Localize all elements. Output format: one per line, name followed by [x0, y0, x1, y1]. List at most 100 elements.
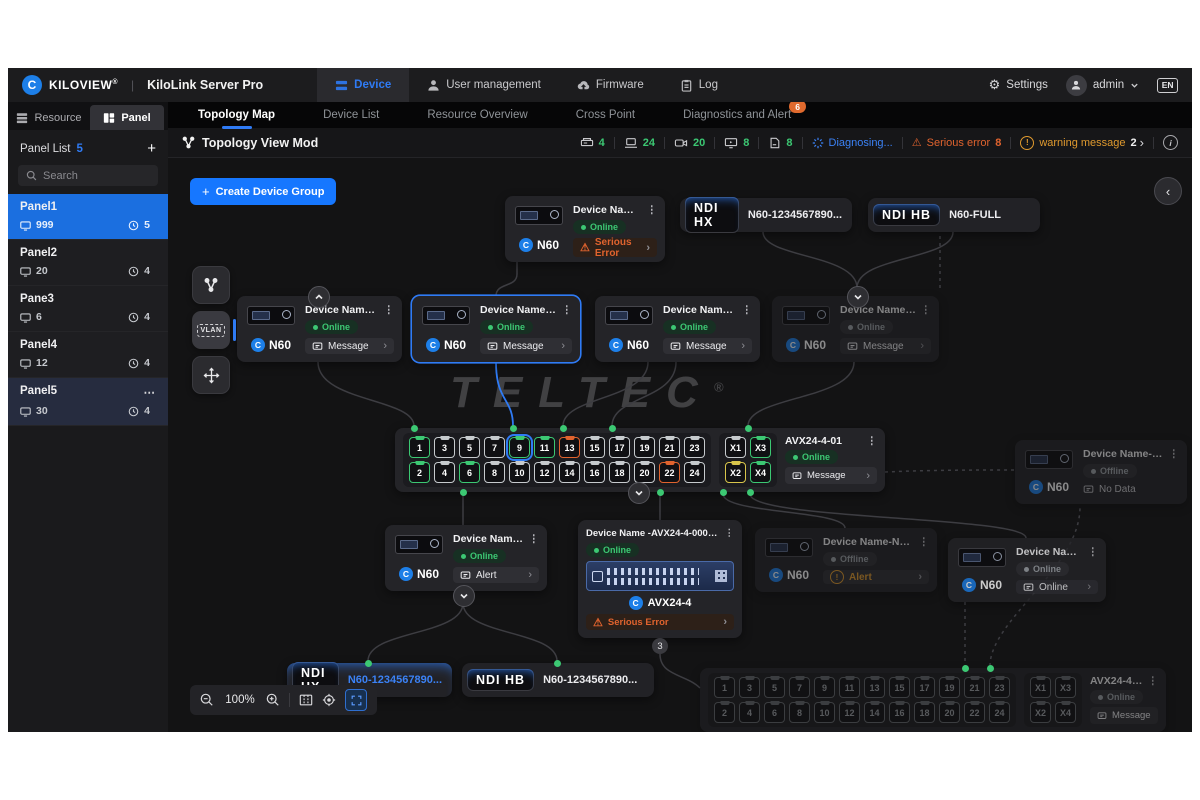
tab-resource[interactable]: Resource	[12, 105, 86, 130]
port-24[interactable]: 24	[684, 462, 705, 483]
port-16[interactable]: 16	[584, 462, 605, 483]
port-3[interactable]: 3	[739, 677, 760, 698]
port-X4[interactable]: X4	[1055, 702, 1076, 723]
warning-message-status[interactable]: ! warning message 2 ›	[1020, 136, 1144, 150]
port-6[interactable]: 6	[764, 702, 785, 723]
port-11[interactable]: 11	[839, 677, 860, 698]
port-16[interactable]: 16	[889, 702, 910, 723]
port-1[interactable]: 1	[714, 677, 735, 698]
card-menu-button[interactable]: ⋮	[863, 435, 878, 447]
tab-diagnostics-alert[interactable]: Diagnostics and Alert 6	[681, 105, 793, 125]
port-24[interactable]: 24	[989, 702, 1010, 723]
panel-list-item-panel2[interactable]: Panel2204	[8, 240, 168, 286]
language-switch[interactable]: EN	[1157, 78, 1178, 93]
port-7[interactable]: 7	[484, 437, 505, 458]
card-menu-button[interactable]: ⋮	[380, 304, 395, 316]
port-17[interactable]: 17	[609, 437, 630, 458]
port-17[interactable]: 17	[914, 677, 935, 698]
port-2[interactable]: 2	[714, 702, 735, 723]
port-1[interactable]: 1	[409, 437, 430, 458]
create-device-group-button[interactable]: + Create Device Group	[190, 178, 336, 205]
device-card-n60-top[interactable]: CN60 Device Name -N60-01⋮ Online ⚠Seriou…	[505, 196, 665, 262]
port-12[interactable]: 12	[534, 462, 555, 483]
port-10[interactable]: 10	[509, 462, 530, 483]
collapse-panel-button[interactable]: ‹	[1154, 177, 1182, 205]
tab-resource-overview[interactable]: Resource Overview	[425, 105, 529, 125]
port-X1[interactable]: X1	[1030, 677, 1051, 698]
card-menu-button[interactable]: ⋮	[525, 533, 540, 545]
alert-row[interactable]: Alert›	[453, 567, 539, 583]
minimap-button[interactable]	[299, 693, 313, 707]
panel-list-item-panel5[interactable]: Panel5⋯304	[8, 378, 168, 426]
topology-layout-button[interactable]	[192, 266, 230, 304]
message-row[interactable]: Message	[1090, 707, 1158, 724]
device-card-row2-2-selected[interactable]: CN60 Device Name-N60-01⋮ Online Message›	[412, 296, 580, 362]
pan-move-button[interactable]	[192, 356, 230, 394]
port-12[interactable]: 12	[839, 702, 860, 723]
port-4[interactable]: 4	[739, 702, 760, 723]
card-menu-button[interactable]: ⋮	[915, 536, 930, 548]
fullscreen-button[interactable]	[345, 689, 367, 711]
panel-list-item-panel1[interactable]: Panel19995	[8, 194, 168, 240]
port-5[interactable]: 5	[764, 677, 785, 698]
serious-error-status[interactable]: ⚠ Serious error 8	[912, 136, 1002, 149]
port-23[interactable]: 23	[989, 677, 1010, 698]
card-menu-button[interactable]: ⋮	[1144, 675, 1159, 687]
device-card-avx24-4[interactable]: Device Name -AVX24-4-00000001⋮ Online CA…	[578, 520, 742, 638]
port-13[interactable]: 13	[559, 437, 580, 458]
tab-topology-map[interactable]: Topology Map	[196, 105, 277, 125]
device-card-no-data[interactable]: CN60 Device Name-N60-01⋮ Offline No Data	[1015, 440, 1187, 504]
port-7[interactable]: 7	[789, 677, 810, 698]
port-X2[interactable]: X2	[725, 462, 746, 483]
port-X1[interactable]: X1	[725, 437, 746, 458]
panel-list-item-panel4[interactable]: Panel4124	[8, 332, 168, 378]
tab-cross-point[interactable]: Cross Point	[574, 105, 637, 125]
port-6[interactable]: 6	[459, 462, 480, 483]
port-15[interactable]: 15	[889, 677, 910, 698]
ndi-hb-source-top[interactable]: NDI HB N60-FULL	[868, 198, 1040, 232]
settings-button[interactable]: ⚙ Settings	[989, 77, 1048, 93]
device-card-row2-3[interactable]: CN60 Device Name -N60-01⋮ Online Message…	[595, 296, 760, 362]
port-19[interactable]: 19	[634, 437, 655, 458]
port-23[interactable]: 23	[684, 437, 705, 458]
port-19[interactable]: 19	[939, 677, 960, 698]
message-row[interactable]: Message›	[840, 338, 931, 354]
port-4[interactable]: 4	[434, 462, 455, 483]
expand-down-chevron-2[interactable]	[628, 482, 650, 504]
card-menu-button[interactable]: ⋮	[917, 304, 932, 316]
ndi-hx-source-top[interactable]: NDI HX N60-1234567890...	[680, 198, 852, 232]
serious-error-row[interactable]: ⚠Serious Error›	[586, 614, 734, 630]
zoom-out-button[interactable]	[200, 693, 214, 707]
tab-firmware[interactable]: Firmware	[559, 68, 662, 102]
card-menu-button[interactable]: ⋮	[738, 304, 753, 316]
port-X3[interactable]: X3	[1055, 677, 1076, 698]
user-menu[interactable]: admin	[1066, 75, 1139, 96]
tab-device[interactable]: Device	[317, 68, 409, 102]
panel-list-item-pane3[interactable]: Pane364	[8, 286, 168, 332]
card-menu-button[interactable]: ⋮	[721, 528, 735, 539]
tab-log[interactable]: Log	[662, 68, 736, 102]
port-8[interactable]: 8	[789, 702, 810, 723]
message-row[interactable]: Online›	[1016, 580, 1098, 594]
port-14[interactable]: 14	[559, 462, 580, 483]
matrix-switch-avx24-4-02[interactable]: 123456789101112131415161718192021222324 …	[700, 668, 1166, 732]
port-3[interactable]: 3	[434, 437, 455, 458]
message-row[interactable]: Message›	[785, 467, 877, 484]
zoom-in-button[interactable]	[266, 693, 280, 707]
device-card-alert[interactable]: CN60 Device Name-N60-01⋮ Online Alert›	[385, 525, 547, 591]
expand-down-chevron-3[interactable]	[453, 585, 475, 607]
device-card-offline-alert[interactable]: CN60 Device Name-N60-01⋮ Offline !Alert›	[755, 528, 937, 592]
port-10[interactable]: 10	[814, 702, 835, 723]
port-X4[interactable]: X4	[750, 462, 771, 483]
vlan-view-button[interactable]: VLAN	[192, 311, 230, 349]
expand-down-chevron-1[interactable]	[847, 286, 869, 308]
port-14[interactable]: 14	[864, 702, 885, 723]
port-2[interactable]: 2	[409, 462, 430, 483]
port-20[interactable]: 20	[634, 462, 655, 483]
message-row[interactable]: Message›	[663, 338, 752, 354]
port-22[interactable]: 22	[964, 702, 985, 723]
card-menu-button[interactable]: ⋮	[558, 304, 573, 316]
collapse-up-chevron[interactable]	[308, 286, 330, 308]
message-row[interactable]: Message›	[480, 338, 572, 354]
port-8[interactable]: 8	[484, 462, 505, 483]
